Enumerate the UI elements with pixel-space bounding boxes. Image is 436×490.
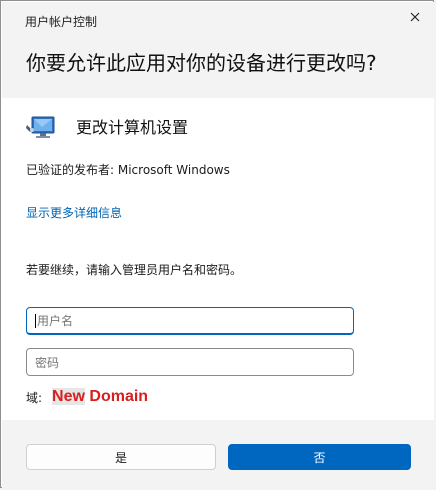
domain-row: 域: New Domain <box>26 388 148 406</box>
domain-value: New Domain <box>52 388 148 406</box>
username-field[interactable]: 用户名 <box>26 307 354 335</box>
window-title: 用户帐户控制 <box>25 15 98 29</box>
show-details-link[interactable]: 显示更多详细信息 <box>26 205 122 221</box>
password-field[interactable]: 密码 <box>26 348 354 376</box>
domain-value-highlight: New <box>52 388 85 405</box>
domain-value-rest: Domain <box>84 388 149 405</box>
yes-button[interactable]: 是 <box>26 444 216 470</box>
uac-dialog: 用户帐户控制 你要允许此应用对你的设备进行更改吗? 更改计算机设置 已验证的发布 <box>0 0 434 488</box>
computer-settings-icon <box>26 116 55 138</box>
password-placeholder: 密码 <box>35 355 60 370</box>
dialog-question: 你要允许此应用对你的设备进行更改吗? <box>26 51 377 75</box>
close-icon <box>410 12 420 22</box>
credentials-prompt: 若要继续，请输入管理员用户名和密码。 <box>26 263 243 277</box>
close-button[interactable] <box>406 8 424 26</box>
dialog-body: 更改计算机设置 已验证的发布者: Microsoft Windows 显示更多详… <box>2 98 434 420</box>
text-caret <box>35 313 36 328</box>
publisher-text: 已验证的发布者: Microsoft Windows <box>26 163 230 177</box>
dialog-footer: 是 否 <box>2 420 434 488</box>
app-name: 更改计算机设置 <box>76 118 189 137</box>
username-placeholder: 用户名 <box>37 314 74 328</box>
app-row: 更改计算机设置 <box>26 115 188 141</box>
dialog-header: 用户帐户控制 你要允许此应用对你的设备进行更改吗? <box>2 2 434 98</box>
no-button[interactable]: 否 <box>228 444 411 470</box>
domain-label: 域: <box>26 390 43 405</box>
